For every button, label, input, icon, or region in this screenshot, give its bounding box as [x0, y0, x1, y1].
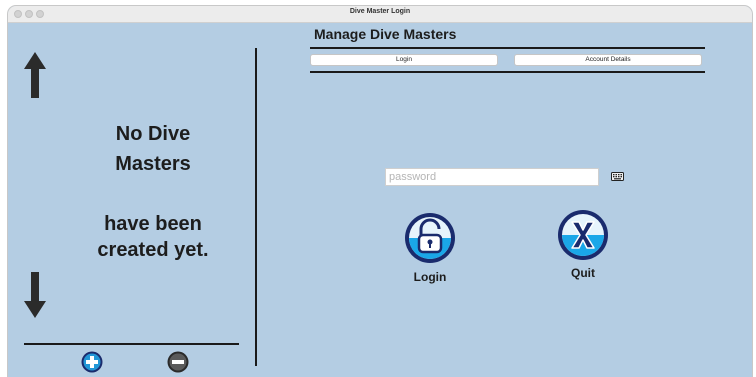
quit-button-label[interactable]: Quit [558, 266, 608, 280]
arrow-down-icon[interactable] [24, 272, 46, 318]
empty-state-line: No Dive [115, 123, 191, 145]
password-field[interactable] [385, 168, 599, 186]
window-title: Dive Master Login [349, 8, 411, 15]
empty-state-line: have been [104, 213, 202, 235]
empty-state-line: Masters [115, 153, 191, 175]
page-title: Manage Dive Masters [314, 26, 457, 42]
login-button-label[interactable]: Login [405, 270, 455, 284]
arrow-up-icon[interactable] [24, 52, 46, 98]
unlock-icon[interactable] [404, 212, 456, 264]
header-rule [310, 47, 705, 49]
empty-state-line: created yet. [97, 239, 209, 261]
minus-circle-icon[interactable] [167, 351, 189, 373]
panel-divider [255, 48, 257, 366]
title-bar: Dive Master Login [8, 6, 752, 23]
keyboard-icon[interactable] [611, 172, 624, 181]
close-x-icon[interactable] [557, 209, 609, 261]
tab-login[interactable]: Login [310, 54, 498, 66]
tabs-rule [310, 71, 705, 73]
tab-account-details[interactable]: Account Details [514, 54, 702, 66]
sidebar-divider [24, 343, 239, 345]
app-window: Dive Master Login No Dive Masters have b… [8, 6, 752, 377]
plus-circle-icon[interactable] [81, 351, 103, 373]
